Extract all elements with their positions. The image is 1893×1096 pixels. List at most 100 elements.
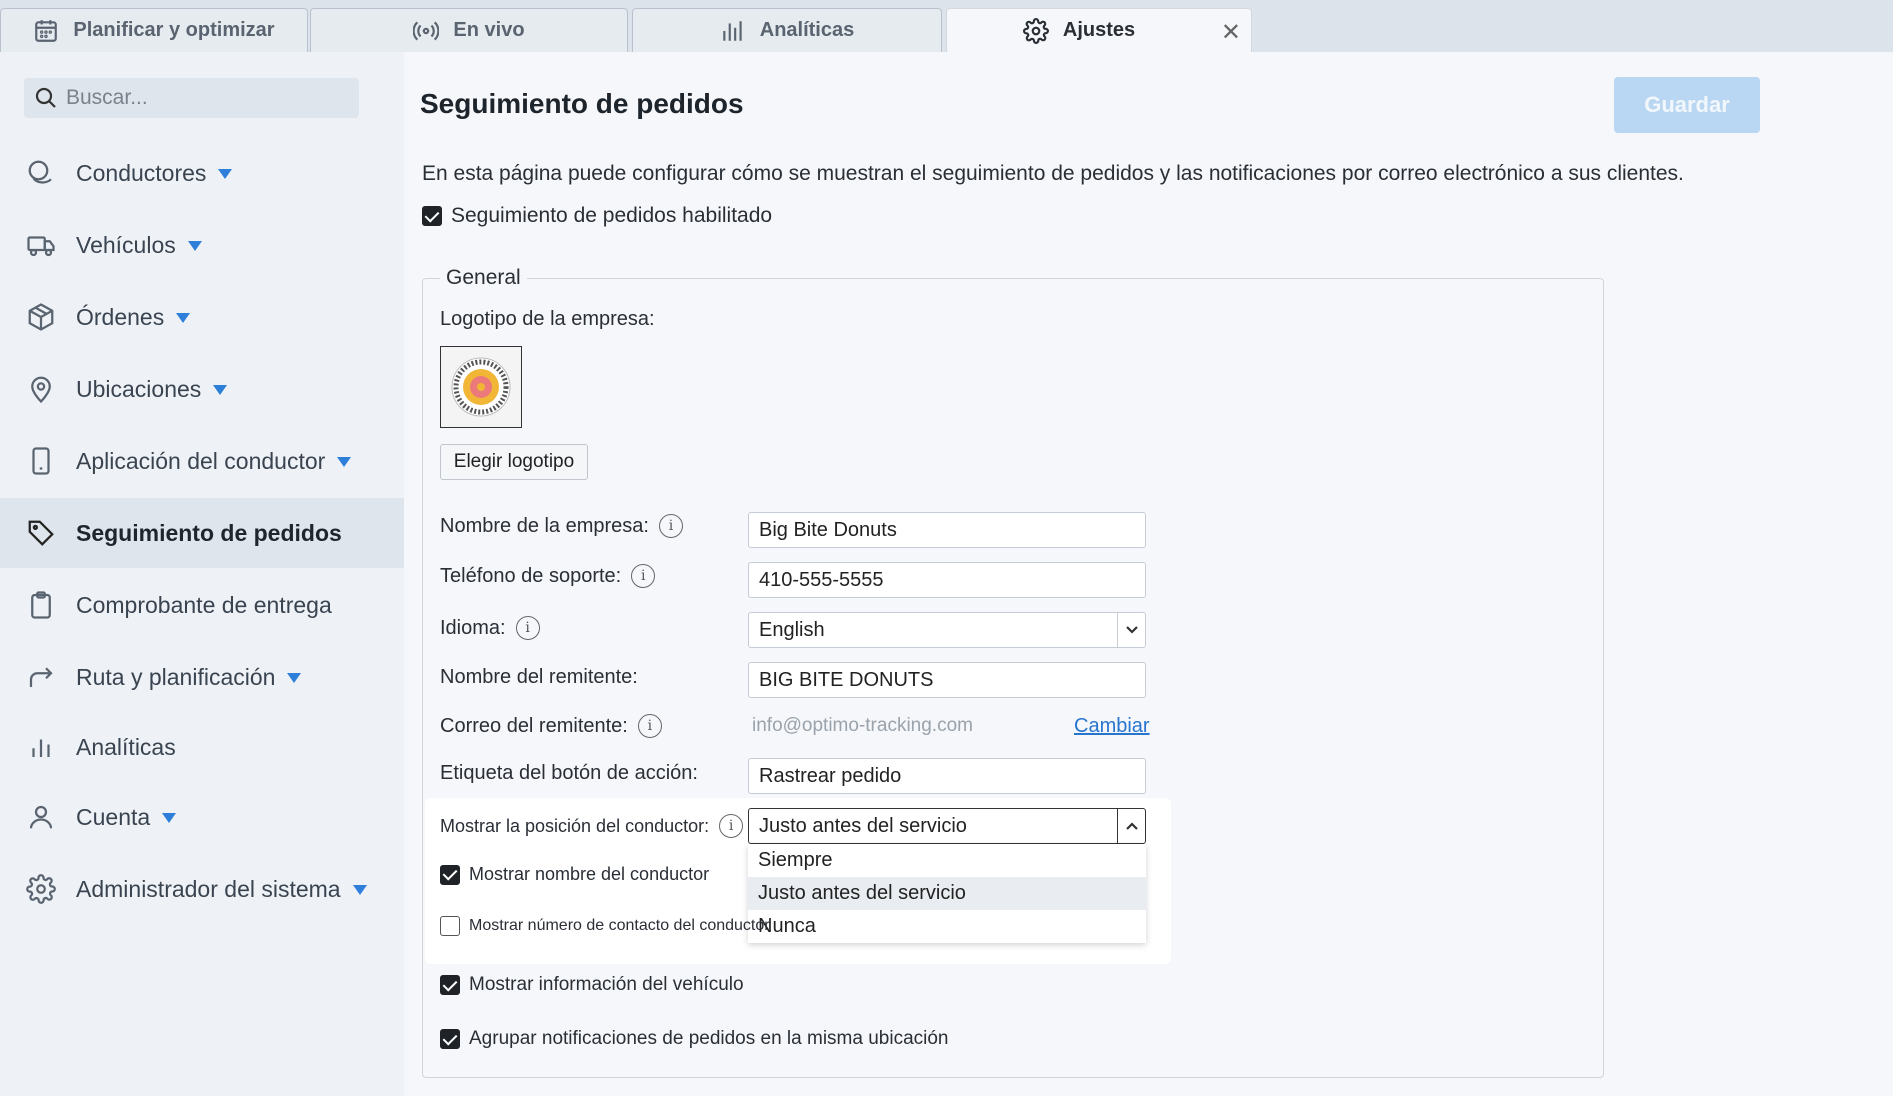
chevron-down-icon[interactable] xyxy=(1117,613,1145,647)
sidebar-item-account[interactable]: Cuenta xyxy=(0,782,404,852)
sidebar-item-label: Aplicación del conductor xyxy=(76,447,326,474)
truck-icon xyxy=(27,236,55,257)
checkbox-label: Agrupar notificaciones de pedidos en la … xyxy=(469,1028,949,1049)
show-driver-contact-checkbox[interactable] xyxy=(440,916,460,936)
driver-position-select[interactable]: Justo antes del servicio xyxy=(748,808,1146,844)
company-logo xyxy=(440,346,522,428)
sidebar-item-label: Seguimiento de pedidos xyxy=(76,519,342,546)
sidebar-item-locations[interactable]: Ubicaciones xyxy=(0,354,404,424)
option-never[interactable]: Nunca xyxy=(748,910,1146,943)
tab-label: En vivo xyxy=(453,19,525,41)
user-icon xyxy=(29,805,53,829)
group-notifications-checkbox[interactable] xyxy=(440,1029,460,1049)
label-text: Etiqueta del botón de acción: xyxy=(440,762,698,784)
show-vehicle-info-row[interactable]: Mostrar información del vehículo xyxy=(440,974,744,996)
checkbox-label: Mostrar número de contacto del conductor xyxy=(469,917,770,934)
caret-down-icon xyxy=(176,313,191,324)
info-icon[interactable]: i xyxy=(631,564,656,588)
sidebar-item-vehicles[interactable]: Vehículos xyxy=(0,210,404,280)
label-text: Nombre del remitente: xyxy=(440,666,638,688)
tag-icon xyxy=(28,520,54,546)
sender-email-value: info@optimo-tracking.com xyxy=(752,715,973,736)
sidebar-item-label: Analíticas xyxy=(76,733,176,760)
sidebar-item-label: Vehículos xyxy=(76,231,176,258)
gear-icon xyxy=(1022,17,1049,44)
general-legend: General xyxy=(440,266,527,290)
tab-plan-optimize[interactable]: Planificar y optimizar xyxy=(0,8,308,52)
show-driver-contact-row[interactable]: Mostrar número de contacto del conductor xyxy=(440,916,770,936)
checkbox-label: Mostrar nombre del conductor xyxy=(469,864,710,884)
language-select-value: English xyxy=(759,618,825,641)
show-driver-name-checkbox[interactable] xyxy=(440,864,460,885)
tab-analytics[interactable]: Analíticas xyxy=(632,8,942,52)
driver-position-label: Mostrar la posición del conductor: i xyxy=(440,814,744,838)
tracking-enabled-checkbox-row[interactable]: Seguimiento de pedidos habilitado xyxy=(422,204,772,228)
show-driver-name-row[interactable]: Mostrar nombre del conductor xyxy=(440,864,709,885)
bar-chart-icon xyxy=(723,20,742,41)
sidebar-item-driver-app[interactable]: Aplicación del conductor xyxy=(0,426,404,496)
search-icon xyxy=(35,87,56,108)
label-text: Teléfono de soporte: xyxy=(440,564,622,587)
support-phone-label: Teléfono de soporte: i xyxy=(440,564,656,588)
sidebar-item-label: Ubicaciones xyxy=(76,375,202,402)
language-select[interactable]: English xyxy=(748,612,1146,648)
sidebar-item-drivers[interactable]: Conductores xyxy=(0,138,404,208)
phone-icon xyxy=(32,447,50,475)
checkbox-label: Seguimiento de pedidos habilitado xyxy=(451,204,773,227)
label-text: Nombre de la empresa: xyxy=(440,514,649,537)
tab-label: Analíticas xyxy=(759,19,855,41)
search-box[interactable] xyxy=(24,78,359,118)
tab-live[interactable]: En vivo xyxy=(310,8,628,52)
sidebar-item-system-admin[interactable]: Administrador del sistema xyxy=(0,854,404,924)
support-phone-input[interactable]: 410-555-5555 xyxy=(748,562,1146,598)
sidebar-item-proof-of-delivery[interactable]: Comprobante de entrega xyxy=(0,570,404,640)
sidebar-item-label: Cuenta xyxy=(76,803,151,830)
label-text: Correo del remitente: xyxy=(440,714,628,737)
sidebar-item-route-planning[interactable]: Ruta y planificación xyxy=(0,642,404,712)
info-icon[interactable]: i xyxy=(637,714,662,738)
sidebar: Conductores Vehículos Órdenes Ubicacione… xyxy=(0,52,404,1096)
sidebar-item-label: Conductores xyxy=(76,159,207,186)
option-always[interactable]: Siempre xyxy=(748,844,1146,877)
info-icon[interactable]: i xyxy=(658,514,683,538)
group-notifications-row[interactable]: Agrupar notificaciones de pedidos en la … xyxy=(440,1028,949,1050)
main-content: Seguimiento de pedidos Guardar En esta p… xyxy=(404,52,1893,1096)
label-text: Idioma: xyxy=(440,616,506,639)
company-name-label: Nombre de la empresa: i xyxy=(440,514,683,538)
driver-position-value: Justo antes del servicio xyxy=(759,814,967,837)
caret-down-icon xyxy=(162,813,177,824)
sidebar-item-analytics[interactable]: Analíticas xyxy=(0,712,404,782)
sidebar-item-orders[interactable]: Órdenes xyxy=(0,282,404,352)
tab-settings[interactable]: Ajustes ✕ xyxy=(946,8,1252,52)
sidebar-item-label: Ruta y planificación xyxy=(76,663,276,690)
search-input[interactable] xyxy=(66,86,336,110)
company-name-input[interactable]: Big Bite Donuts xyxy=(748,512,1146,548)
tab-bar: Planificar y optimizar En vivo Analítica… xyxy=(0,0,1893,52)
chevron-up-icon[interactable] xyxy=(1117,809,1145,843)
change-email-link[interactable]: Cambiar xyxy=(1074,715,1150,738)
page-description: En esta página puede configurar cómo se … xyxy=(422,162,1684,185)
box-icon xyxy=(28,303,54,331)
calendar-icon xyxy=(35,19,58,42)
tab-label: Ajustes xyxy=(1062,19,1136,41)
sidebar-item-order-tracking[interactable]: Seguimiento de pedidos xyxy=(0,498,404,568)
location-pin-icon xyxy=(31,376,51,404)
choose-logo-button[interactable]: Elegir logotipo xyxy=(440,444,588,480)
sender-name-label: Nombre del remitente: xyxy=(440,666,638,689)
logo-label-text: Logotipo de la empresa: xyxy=(440,308,655,330)
analytics-icon xyxy=(32,739,50,757)
option-just-before-service[interactable]: Justo antes del servicio xyxy=(748,877,1146,910)
tab-label: Planificar y optimizar xyxy=(73,19,275,41)
sender-name-input[interactable]: BIG BITE DONUTS xyxy=(748,662,1146,698)
info-icon[interactable]: i xyxy=(515,616,540,640)
route-arrow-icon xyxy=(29,667,53,687)
show-vehicle-info-checkbox[interactable] xyxy=(440,975,460,995)
info-icon[interactable]: i xyxy=(719,814,744,838)
tracking-enabled-checkbox[interactable] xyxy=(422,206,442,226)
caret-down-icon xyxy=(337,457,352,468)
save-button[interactable]: Guardar xyxy=(1614,77,1760,133)
language-label: Idioma: i xyxy=(440,616,540,640)
close-tab-icon[interactable]: ✕ xyxy=(1221,18,1241,47)
action-button-input[interactable]: Rastrear pedido xyxy=(748,758,1146,794)
sender-email-label: Correo del remitente: i xyxy=(440,714,662,738)
